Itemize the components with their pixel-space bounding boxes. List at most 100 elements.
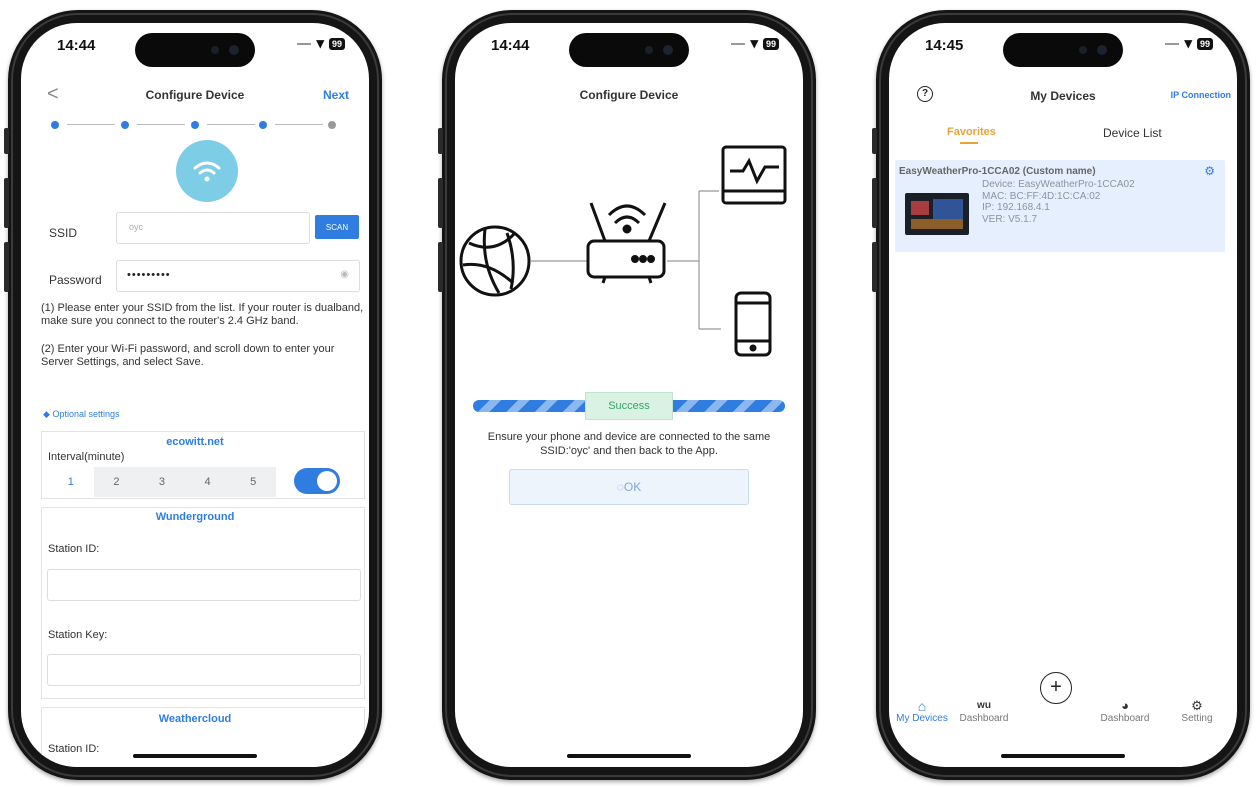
- step-dot: [259, 121, 267, 129]
- battery-icon: 99: [1196, 38, 1213, 50]
- ip-connection-button[interactable]: IP Connection: [1171, 90, 1231, 100]
- message-line-2: SSID:'oyc' and then back to the App.: [540, 445, 718, 457]
- tab-setting[interactable]: ⚙ Setting: [1173, 698, 1221, 725]
- tab-favorites[interactable]: Favorites: [947, 126, 996, 138]
- gear-icon[interactable]: ⚙: [1204, 164, 1215, 178]
- ok-label: OK: [623, 480, 642, 494]
- mute-switch: [872, 128, 877, 154]
- device-thumbnail: [905, 193, 969, 235]
- device-name: EasyWeatherPro-1CCA02 (Custom name): [899, 166, 1096, 177]
- interval-label: Interval(minute): [48, 451, 125, 463]
- screen: 14:44 ▾ 99 < Configure Device Next SSID …: [21, 23, 369, 767]
- tab-device-list[interactable]: Device List: [1103, 126, 1162, 140]
- tab-dashboard-wu[interactable]: wu Dashboard: [955, 699, 1013, 724]
- dynamic-island: [569, 33, 689, 67]
- weather-station-display-icon: [721, 145, 787, 205]
- success-badge: Success: [585, 392, 673, 420]
- device-mac: MAC: BC:FF:4D:1C:CA:02: [982, 190, 1101, 202]
- tab-label: Dashboard: [959, 713, 1009, 724]
- instruction-2: (2) Enter your Wi-Fi password, and scrol…: [41, 343, 335, 368]
- wifi-status-icon: ▾: [750, 35, 758, 52]
- add-device-button[interactable]: +: [1040, 672, 1072, 704]
- ssid-value: oyc: [129, 222, 144, 232]
- device-card[interactable]: EasyWeatherPro-1CCA02 (Custom name) ⚙ De…: [895, 160, 1225, 252]
- interval-option[interactable]: 2: [94, 467, 140, 497]
- tab-my-devices[interactable]: ⌂ My Devices: [893, 699, 951, 724]
- tab-label: My Devices: [896, 713, 948, 724]
- wunderground-icon: wu: [977, 700, 991, 711]
- ok-button[interactable]: ◌OK: [509, 469, 749, 505]
- battery-icon: 99: [328, 38, 345, 50]
- weathercloud-title: Weathercloud: [158, 713, 232, 725]
- phone-my-devices: 14:45 ▾ 99 ? My Devices IP Connection Fa…: [872, 10, 1250, 780]
- diamond-icon: ◆: [43, 409, 50, 419]
- dynamic-island: [1003, 33, 1123, 67]
- volume-up-button: [872, 178, 877, 228]
- weathercloud-station-id-label: Station ID:: [48, 743, 100, 755]
- password-label: Password: [49, 273, 102, 287]
- router-icon: [586, 202, 667, 284]
- phone-configure-success: 14:44 ▾ 99 Configure Device Success Ensu…: [438, 10, 816, 780]
- interval-option[interactable]: 4: [185, 467, 231, 497]
- phone-configure-settings: 14:44 ▾ 99 < Configure Device Next SSID …: [4, 10, 382, 780]
- status-time: 14:44: [57, 37, 96, 54]
- volume-up-button: [438, 178, 443, 228]
- dashboard-icon: ◕: [1121, 698, 1129, 713]
- step-dot: [121, 121, 129, 129]
- tab-label: Setting: [1181, 713, 1213, 724]
- home-indicator[interactable]: [567, 754, 691, 758]
- ssid-label: SSID: [49, 226, 78, 240]
- status-icons: ▾ 99: [1165, 35, 1213, 52]
- interval-option[interactable]: 3: [139, 467, 185, 497]
- phone-icon: [734, 291, 772, 357]
- device-details: Device: EasyWeatherPro-1CCA02 MAC: BC:FF…: [982, 179, 1135, 225]
- scan-button[interactable]: SCAN: [315, 215, 359, 239]
- home-indicator[interactable]: [133, 754, 257, 758]
- signal-icon: [297, 43, 312, 45]
- interval-option[interactable]: 1: [48, 467, 94, 497]
- password-input[interactable]: ••••••••• ◉: [116, 260, 360, 292]
- home-indicator[interactable]: [1001, 754, 1125, 758]
- device-version: VER: V5.1.7: [982, 213, 1038, 225]
- station-key-input[interactable]: [47, 654, 361, 686]
- optional-settings-label: Optional settings: [52, 409, 120, 419]
- wifi-status-icon: ▾: [316, 35, 324, 52]
- instruction-1: (1) Please enter your SSID from the list…: [41, 302, 364, 327]
- device-ip: IP: 192.168.4.1: [982, 202, 1050, 213]
- wifi-status-icon: ▾: [1184, 35, 1192, 52]
- volume-down-button: [872, 242, 877, 292]
- page-title: Configure Device: [579, 88, 679, 102]
- eye-icon[interactable]: ◉: [340, 269, 349, 280]
- password-value: •••••••••: [127, 269, 171, 281]
- screen: 14:44 ▾ 99 Configure Device Success Ensu…: [455, 23, 803, 767]
- status-icons: ▾ 99: [297, 35, 345, 52]
- network-diagram: [459, 145, 787, 357]
- next-button[interactable]: Next: [323, 88, 349, 102]
- interval-option[interactable]: 5: [230, 467, 276, 497]
- settings-icon: ⚙: [1191, 698, 1203, 713]
- mute-switch: [438, 128, 443, 154]
- battery-icon: 99: [762, 38, 779, 50]
- status-icons: ▾ 99: [731, 35, 779, 52]
- ecowitt-toggle[interactable]: [294, 468, 340, 494]
- signal-icon: [1165, 43, 1180, 45]
- tab-label: Dashboard: [1100, 713, 1150, 724]
- volume-up-button: [4, 178, 9, 228]
- step-dot: [191, 121, 199, 129]
- step-dot: [328, 121, 336, 129]
- bottom-tab-bar: ⌂ My Devices wu Dashboard + ◕ Dashboard …: [889, 672, 1237, 735]
- ssid-input[interactable]: oyc: [116, 212, 310, 244]
- dynamic-island: [135, 33, 255, 67]
- step-dot: [51, 121, 59, 129]
- wunderground-title: Wunderground: [155, 511, 235, 523]
- loading-spinner-icon: ◌: [616, 480, 624, 494]
- tab-dashboard[interactable]: ◕ Dashboard: [1096, 698, 1154, 725]
- station-id-label: Station ID:: [48, 543, 100, 555]
- interval-selector[interactable]: 1 2 3 4 5: [48, 467, 276, 497]
- connection-message: Ensure your phone and device are connect…: [455, 430, 803, 458]
- volume-down-button: [4, 242, 9, 292]
- optional-settings-toggle[interactable]: ◆ Optional settings: [43, 409, 119, 420]
- screen: 14:45 ▾ 99 ? My Devices IP Connection Fa…: [889, 23, 1237, 767]
- station-id-input[interactable]: [47, 569, 361, 601]
- volume-down-button: [438, 242, 443, 292]
